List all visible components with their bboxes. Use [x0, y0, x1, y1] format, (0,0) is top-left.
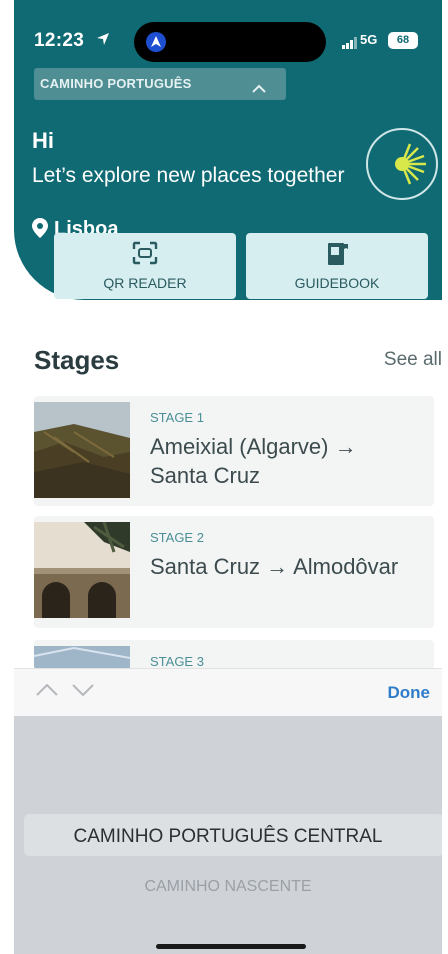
- greeting-subtitle: Let’s explore new places together: [32, 164, 345, 187]
- chevron-down-icon[interactable]: [72, 683, 94, 702]
- qr-scan-icon: [132, 241, 158, 270]
- stage-name: Santa Cruz → Almodôvar: [150, 554, 399, 579]
- network-type: 5G: [360, 32, 378, 47]
- qr-reader-label: QR READER: [103, 275, 187, 291]
- stage-thumbnail: [34, 646, 131, 670]
- greeting: Hi: [32, 128, 54, 153]
- qr-reader-button[interactable]: QR READER: [54, 233, 236, 299]
- stages-heading: Stages: [34, 345, 120, 375]
- stage-card[interactable]: STAGE 3: [34, 640, 434, 670]
- map-pin-icon: [32, 218, 48, 243]
- stage-thumbnail: [34, 521, 130, 618]
- stage-thumbnail: [34, 402, 130, 498]
- app-screen: 12:23 5G 68 CAMINHO PORTUGUÊS Hi Let’s e…: [14, 0, 442, 954]
- signal-icon: [342, 36, 358, 54]
- picker-option-selected[interactable]: CAMINHO PORTUGUÊS CENTRAL: [14, 826, 442, 848]
- done-button[interactable]: Done: [388, 683, 431, 703]
- camino-logo: [366, 128, 438, 200]
- stage-number: STAGE 2: [150, 530, 204, 545]
- status-time: 12:23: [34, 30, 85, 51]
- dynamic-island: [134, 22, 326, 62]
- route-picker[interactable]: CAMINHO PORTUGUÊS CENTRAL CAMINHO NASCEN…: [14, 716, 442, 954]
- picker-option[interactable]: CAMINHO NASCENTE: [14, 878, 442, 896]
- stage-number: STAGE 1: [150, 410, 204, 425]
- battery-level: 68: [388, 32, 418, 49]
- app-icon: [146, 32, 166, 57]
- route-dropdown[interactable]: CAMINHO PORTUGUÊS: [34, 68, 286, 100]
- home-indicator: [156, 944, 306, 949]
- chevron-up-icon: [252, 80, 266, 98]
- keyboard-accessory-bar: Done: [14, 668, 442, 716]
- guidebook-button[interactable]: GUIDEBOOK: [246, 233, 428, 299]
- chevron-up-icon[interactable]: [36, 683, 58, 702]
- route-dropdown-label: CAMINHO PORTUGUÊS: [40, 76, 192, 91]
- stage-card[interactable]: STAGE 1 Ameixial (Algarve) → Santa Cruz: [34, 396, 434, 506]
- location-arrow-icon: [96, 32, 110, 51]
- stage-card[interactable]: STAGE 2 Santa Cruz → Almodôvar: [34, 516, 434, 628]
- stage-number: STAGE 3: [150, 654, 204, 669]
- book-icon: [326, 241, 348, 272]
- guidebook-label: GUIDEBOOK: [294, 275, 380, 291]
- stage-name: Ameixial (Algarve) → Santa Cruz: [150, 434, 357, 488]
- status-bar: 12:23 5G 68: [14, 22, 442, 62]
- see-all-link[interactable]: See all: [384, 349, 442, 371]
